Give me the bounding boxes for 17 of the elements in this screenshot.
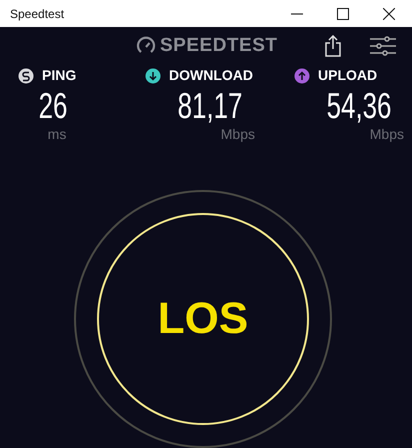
metric-value: 81,17	[178, 88, 242, 124]
metric-unit: Mbps	[220, 125, 255, 144]
gauge-icon	[136, 36, 156, 56]
metric-unit: ms	[48, 125, 66, 144]
metric-value: 26	[38, 88, 68, 124]
window-title: Speedtest	[9, 6, 66, 22]
start-button[interactable]: LOS	[97, 213, 309, 425]
logo-text: SPEEDTEST	[160, 34, 278, 58]
metric-unit: Mbps	[370, 125, 404, 144]
close-icon[interactable]	[383, 8, 395, 20]
metric-label: PING	[42, 66, 76, 85]
metric-value: 54,36	[326, 88, 392, 124]
maximize-icon[interactable]	[337, 8, 349, 20]
metric-label: UPLOAD	[318, 66, 378, 85]
settings-icon[interactable]	[370, 36, 396, 56]
metric-label: DOWNLOAD	[169, 66, 253, 85]
share-icon[interactable]	[324, 35, 342, 57]
